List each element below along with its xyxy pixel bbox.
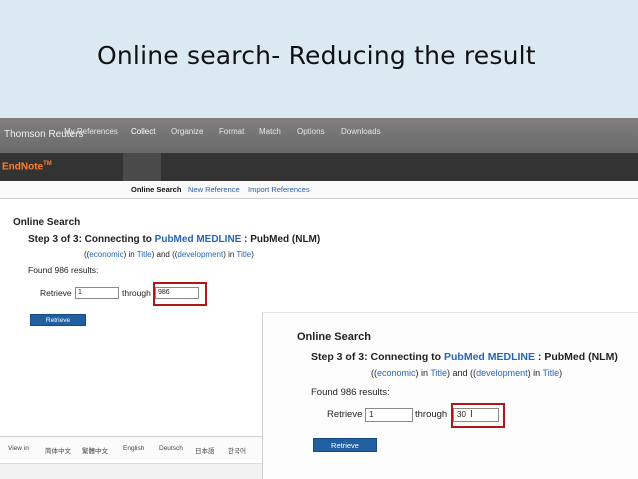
zoom-highlight-box — [451, 403, 505, 428]
online-search-title: Online Search — [13, 217, 81, 228]
bottom-strip — [0, 463, 262, 479]
lang-korean[interactable]: 한국어 — [228, 445, 246, 455]
zoom-query-term-link[interactable]: development — [476, 368, 528, 378]
query-text: ((economic) in Title) and ((development)… — [84, 250, 254, 259]
zoom-query-field-link[interactable]: Title — [542, 368, 559, 378]
nav-format[interactable]: Format — [219, 127, 244, 136]
endnote-logo[interactable]: EndNoteTM — [2, 161, 52, 172]
nav-organize[interactable]: Organize — [171, 127, 203, 136]
query-term-link[interactable]: economic — [89, 250, 123, 259]
nav-downloads[interactable]: Downloads — [341, 127, 381, 136]
main-nav: EndNoteTM — [0, 153, 638, 181]
highlight-box — [153, 282, 207, 306]
zoom-query-term-link[interactable]: economic — [377, 368, 416, 378]
lang-simplified-chinese[interactable]: 简体中文 — [45, 445, 71, 455]
nav-match[interactable]: Match — [259, 127, 281, 136]
zoom-retrieve-label: Retrieve — [327, 409, 363, 420]
zoom-step-text: Step 3 of 3: Connecting to PubMed MEDLIN… — [311, 351, 618, 363]
lang-english[interactable]: English — [123, 445, 144, 452]
lang-traditional-chinese[interactable]: 繁體中文 — [82, 445, 108, 455]
retrieve-label: Retrieve — [40, 288, 72, 298]
zoom-found-results-text: Found 986 results: — [311, 387, 390, 398]
zoom-retrieve-button[interactable]: Retrieve — [313, 438, 377, 452]
retrieve-button[interactable]: Retrieve — [30, 314, 86, 326]
zoom-online-search-title: Online Search — [297, 331, 371, 343]
slide-header: Online search- Reducing the result — [0, 0, 638, 118]
pubmed-link[interactable]: PubMed MEDLINE — [155, 234, 242, 245]
zoom-retrieve-from-input[interactable]: 1 — [365, 408, 413, 422]
step-text: Step 3 of 3: Connecting to PubMed MEDLIN… — [28, 234, 321, 245]
query-field-link[interactable]: Title — [236, 250, 251, 259]
query-term-link[interactable]: development — [177, 250, 223, 259]
subnav-import-references[interactable]: Import References — [248, 185, 310, 194]
through-label: through — [122, 288, 151, 298]
slide-title: Online search- Reducing the result — [97, 41, 536, 70]
subnav-new-reference[interactable]: New Reference — [188, 185, 240, 194]
query-field-link[interactable]: Title — [137, 250, 152, 259]
found-results-text: Found 986 results: — [28, 265, 99, 275]
language-bar: View in 简体中文 繁體中文 English Deutsch 日本語 한국… — [0, 436, 262, 460]
subnav-online-search[interactable]: Online Search — [131, 185, 181, 194]
nav-my-references[interactable]: My References — [64, 127, 118, 136]
view-in-label: View in — [8, 445, 29, 452]
zoomed-screenshot: Online Search Step 3 of 3: Connecting to… — [262, 312, 638, 479]
retrieve-from-input[interactable]: 1 — [75, 287, 119, 299]
zoom-query-field-link[interactable]: Title — [430, 368, 447, 378]
sub-nav — [0, 181, 638, 199]
nav-collect[interactable]: Collect — [131, 127, 155, 136]
nav-active-highlight — [123, 153, 161, 181]
zoom-through-label: through — [415, 409, 448, 420]
zoom-query-text: ((economic) in Title) and ((development)… — [371, 368, 563, 378]
nav-options[interactable]: Options — [297, 127, 325, 136]
lang-japanese[interactable]: 日本語 — [195, 445, 215, 455]
zoom-pubmed-link[interactable]: PubMed MEDLINE — [444, 351, 535, 363]
lang-german[interactable]: Deutsch — [159, 445, 183, 452]
